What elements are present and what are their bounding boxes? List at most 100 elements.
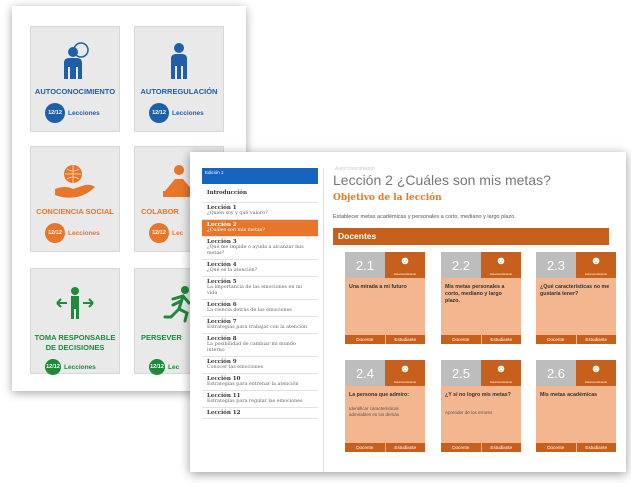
lightbulb-head-icon: ☻: [495, 255, 507, 267]
sidebar-item-subtitle: Estrategias para entrenar la atención: [207, 382, 299, 387]
activity-title: Mis metas académicas: [540, 392, 598, 398]
person-thought-icon: [31, 39, 119, 83]
docente-button[interactable]: Docente: [536, 335, 576, 344]
lessons-label: Lecciones: [172, 109, 204, 117]
sidebar-item-subtitle: La ciencia detrás de las emociones: [207, 308, 292, 313]
sidebar-item-subtitle: ¿Cuáles son mis metas?: [207, 228, 265, 233]
sidebar-header: Edición 1: [202, 168, 318, 184]
sidebar-item-leccion-3[interactable]: Lección 3 ¿Qué me impide o ayuda a alcan…: [202, 237, 318, 260]
lessons-label: Lecciones: [68, 229, 100, 237]
sidebar-item-leccion-1[interactable]: Lección 1 ¿Quién soy y qué valoro?: [202, 203, 318, 220]
activity-category-icon: ☻ Autoconocimiento: [576, 252, 616, 278]
sidebar-item-leccion-5[interactable]: Lección 5 La importancia de las emocione…: [202, 277, 318, 300]
lessons-link[interactable]: 12/12 Lecciones: [45, 103, 100, 123]
sidebar-item-subtitle: ¿Quién soy y qué valoro?: [207, 211, 268, 216]
sidebar-item-introduccion[interactable]: Introducción: [202, 184, 318, 203]
activity-number: 2.6: [536, 360, 576, 386]
objective-text: Establecer metas académicas y personales…: [333, 214, 516, 220]
estudiante-button[interactable]: Estudiante: [385, 335, 425, 344]
lessons-label: Lecciones: [64, 363, 96, 371]
lightbulb-head-icon: ☻: [399, 363, 411, 375]
sidebar-item-subtitle: Estrategias para regular las emociones: [207, 399, 303, 404]
activity-card-2-5[interactable]: 2.5 ☻ Autoconocimiento ¿Y si no logro mis…: [441, 360, 521, 452]
sidebar-item-leccion-4[interactable]: Lección 4 ¿Qué es la atención?: [202, 260, 318, 277]
sidebar-item-leccion-11[interactable]: Lección 11 Estrategias para regular las …: [202, 391, 318, 408]
sidebar-item-subtitle: La importancia de las emociones en mi vi…: [207, 285, 303, 296]
lesson-count-badge: 12/12: [149, 359, 165, 375]
docente-button[interactable]: Docente: [345, 335, 385, 344]
activity-category-label: Autoconocimiento: [489, 272, 513, 276]
estudiante-button[interactable]: Estudiante: [576, 443, 616, 452]
sidebar-item-leccion-7[interactable]: Lección 7 Estrategias para trabajar con …: [202, 317, 318, 334]
activity-card-2-4[interactable]: 2.4 ☻ Autoconocimiento La persona que adm…: [345, 360, 425, 452]
activity-subtitle: Identificar características admirables e…: [349, 406, 400, 417]
screenshot-stage: AUTOCONOCIMIENTO 12/12 Lecciones AUTORRE…: [0, 0, 631, 483]
sidebar-item-subtitle: ¿Qué es la atención?: [207, 268, 258, 273]
sidebar-item-title: Lección 12: [207, 410, 241, 416]
activity-card-2-1[interactable]: 2.1 ☻ Autoconocimiento Una mirada a mi fu…: [345, 252, 425, 344]
activity-title: La persona que admiro:: [349, 392, 410, 398]
category-tile-autorregulacion[interactable]: AUTORREGULACIÓN 12/12 Lecciones: [134, 26, 224, 132]
person-arrows-icon: [31, 281, 119, 325]
estudiante-button[interactable]: Estudiante: [385, 443, 425, 452]
lightbulb-head-icon: ☻: [590, 255, 602, 267]
docente-button[interactable]: Docente: [441, 443, 481, 452]
activity-title: ¿Qué características no me gustaría tene…: [540, 284, 610, 297]
sidebar-item-leccion-10[interactable]: Lección 10 Estrategias para entrenar la …: [202, 374, 318, 391]
lesson-count-badge: 12/12: [45, 103, 65, 123]
lessons-link[interactable]: 12/12 Lecciones: [45, 223, 100, 243]
lessons-link[interactable]: 12/12 Lecciones: [149, 103, 204, 123]
activity-number: 2.2: [441, 252, 481, 278]
activity-title: Mis metas personales a corto, mediano y …: [445, 284, 505, 304]
activity-card-2-6[interactable]: 2.6 ☻ Autoconocimiento Mis metas académic…: [536, 360, 616, 452]
category-tile-toma-responsable[interactable]: TOMA RESPONSABLE DE DECISIONES 12/12 Lec…: [30, 268, 120, 375]
category-title: TOMA RESPONSABLE DE DECISIONES: [34, 333, 116, 352]
sidebar-item-title: Introducción: [207, 190, 247, 196]
card-buttons: Docente Estudiante: [345, 443, 425, 452]
sidebar-item-leccion-8[interactable]: Lección 8 La posibilidad de cambiar mi m…: [202, 334, 318, 357]
category-tile-autoconocimiento[interactable]: AUTOCONOCIMIENTO 12/12 Lecciones: [30, 26, 120, 132]
lesson-panel: Edición 1 Introducción Lección 1 ¿Quién …: [190, 152, 626, 472]
activity-category-label: Autoconocimiento: [393, 272, 417, 276]
card-buttons: Docente Estudiante: [441, 443, 521, 452]
lesson-count-badge: 12/12: [45, 359, 61, 375]
lessons-link[interactable]: 12/12 Lec: [149, 359, 179, 375]
activity-card-2-3[interactable]: 2.3 ☻ Autoconocimiento ¿Qué característic…: [536, 252, 616, 344]
category-tile-conciencia-social[interactable]: CONCIENCIA SOCIAL 12/12 Lecciones: [30, 146, 120, 252]
activity-category-icon: ☻ Autoconocimiento: [385, 360, 425, 386]
activity-category-label: Autoconocimiento: [393, 380, 417, 384]
sidebar-item-leccion-12[interactable]: Lección 12: [202, 408, 318, 419]
lesson-count-badge: 12/12: [45, 223, 65, 243]
lesson-count-badge: 12/12: [149, 103, 169, 123]
estudiante-button[interactable]: Estudiante: [481, 335, 521, 344]
category-title: AUTORREGULACIÓN: [140, 87, 218, 96]
docente-button[interactable]: Docente: [536, 443, 576, 452]
sidebar-item-leccion-9[interactable]: Lección 9 Conocer las emociones: [202, 357, 318, 374]
lessons-link[interactable]: 12/12 Lecciones: [45, 359, 96, 375]
sidebar-item-leccion-6[interactable]: Lección 6 La ciencia detrás de las emoci…: [202, 300, 318, 317]
lightbulb-head-icon: ☻: [399, 255, 411, 267]
lightbulb-head-icon: ☻: [495, 363, 507, 375]
activity-category-label: Autoconocimiento: [584, 272, 608, 276]
docente-button[interactable]: Docente: [441, 335, 481, 344]
activity-category-label: Autoconocimiento: [489, 380, 513, 384]
sidebar-item-subtitle: ¿Qué me impide o ayuda a alcanzar mis me…: [207, 245, 304, 256]
globe-hand-icon: [31, 159, 119, 203]
lesson-sidebar: Edición 1 Introducción Lección 1 ¿Quién …: [202, 168, 318, 472]
activity-number: 2.4: [345, 360, 385, 386]
lessons-link[interactable]: 12/12 Lec: [149, 223, 183, 243]
lessons-label: Lec: [168, 363, 180, 371]
card-buttons: Docente Estudiante: [441, 335, 521, 344]
activity-title: ¿Y si no logro mis metas?: [445, 392, 511, 398]
activity-number: 2.3: [536, 252, 576, 278]
sidebar-item-leccion-2[interactable]: Lección 2 ¿Cuáles son mis metas?: [202, 220, 318, 237]
estudiante-button[interactable]: Estudiante: [576, 335, 616, 344]
sidebar-item-subtitle: La posibilidad de cambiar mi mundo inter…: [207, 342, 296, 353]
estudiante-button[interactable]: Estudiante: [481, 443, 521, 452]
activity-card-2-2[interactable]: 2.2 ☻ Autoconocimiento Mis metas personal…: [441, 252, 521, 344]
person-standing-icon: [135, 39, 223, 83]
docente-button[interactable]: Docente: [345, 443, 385, 452]
activity-category-icon: ☻ Autoconocimiento: [481, 252, 521, 278]
activity-subtitle: Aprender de los errores: [445, 410, 493, 415]
sidebar-item-subtitle: Estrategias para trabajar con la atenció…: [207, 325, 308, 330]
